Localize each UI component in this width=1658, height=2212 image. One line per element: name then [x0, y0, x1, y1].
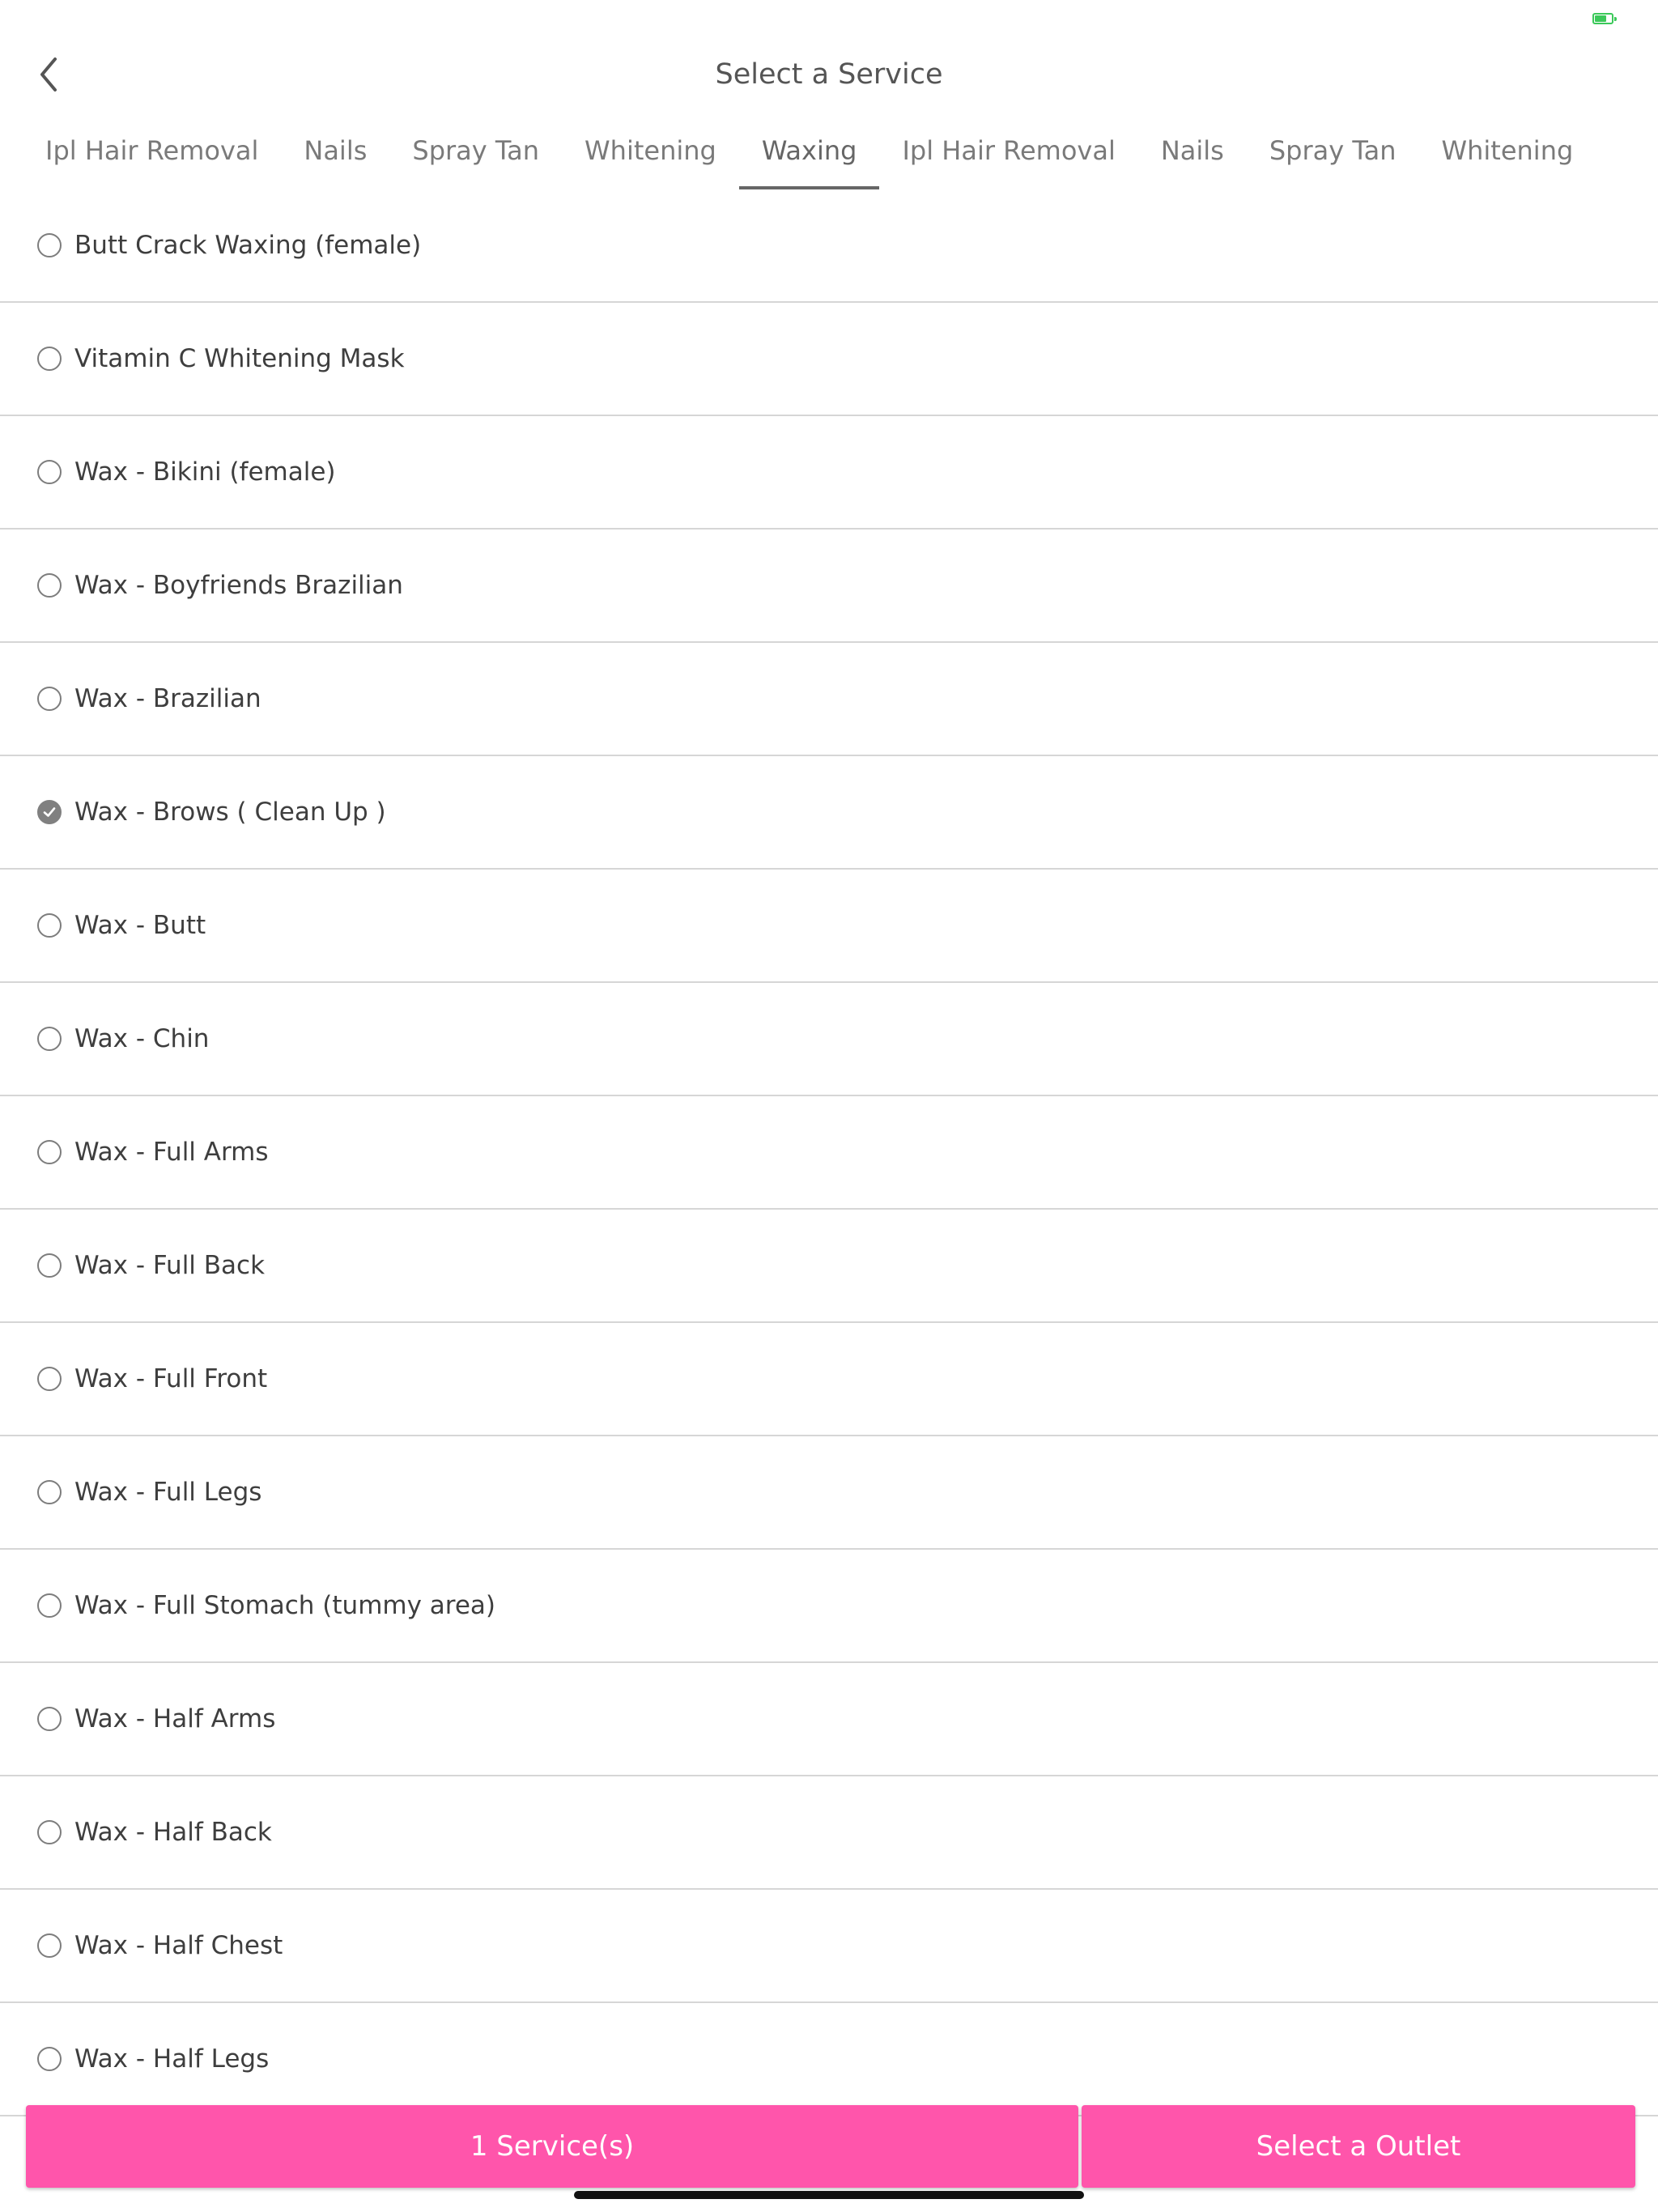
service-label: Wax - Half Legs: [74, 2044, 270, 2074]
service-label: Wax - Full Legs: [74, 1478, 262, 1507]
service-row[interactable]: Wax - Half Back: [0, 1776, 1658, 1890]
service-label: Wax - Brows ( Clean Up ): [74, 798, 386, 827]
service-label: Wax - Half Chest: [74, 1931, 283, 1960]
radio-checked-icon[interactable]: [37, 800, 62, 824]
radio-unchecked-icon[interactable]: [37, 1707, 62, 1731]
service-row[interactable]: Wax - Boyfriends Brazilian: [0, 530, 1658, 643]
service-label: Wax - Half Arms: [74, 1704, 276, 1733]
tab-nails[interactable]: Nails: [1138, 121, 1247, 189]
service-row[interactable]: Wax - Butt: [0, 870, 1658, 983]
tab-ipl-hair-removal[interactable]: Ipl Hair Removal: [879, 121, 1137, 189]
service-row[interactable]: Butt Crack Waxing (female): [0, 189, 1658, 303]
service-row[interactable]: Wax - Brazilian: [0, 643, 1658, 756]
service-row[interactable]: Wax - Bikini (female): [0, 416, 1658, 530]
radio-unchecked-icon[interactable]: [37, 1820, 62, 1844]
service-row[interactable]: Wax - Half Arms: [0, 1663, 1658, 1776]
radio-unchecked-icon[interactable]: [37, 460, 62, 484]
service-label: Wax - Full Stomach (tummy area): [74, 1591, 496, 1620]
radio-unchecked-icon[interactable]: [37, 347, 62, 371]
service-row[interactable]: Wax - Full Back: [0, 1210, 1658, 1323]
service-label: Wax - Full Front: [74, 1364, 268, 1393]
tab-nails[interactable]: Nails: [281, 121, 389, 189]
battery-icon: [1592, 13, 1617, 24]
radio-unchecked-icon[interactable]: [37, 687, 62, 711]
service-row[interactable]: Wax - Full Stomach (tummy area): [0, 1550, 1658, 1663]
page-title: Select a Service: [715, 58, 943, 91]
tab-waxing[interactable]: Waxing: [738, 121, 880, 189]
category-tabs: Ipl Hair Removal Nails Spray Tan Whitening W…: [0, 121, 1658, 189]
tab-spray-tan[interactable]: Spray Tan: [1247, 121, 1419, 189]
radio-unchecked-icon[interactable]: [37, 233, 62, 257]
service-list: Butt Crack Waxing (female) Vitamin C Whit…: [0, 189, 1658, 2116]
tab-ipl-hair-removal[interactable]: Ipl Hair Removal: [23, 121, 281, 189]
service-label: Wax - Chin: [74, 1024, 210, 1053]
service-row[interactable]: Wax - Full Front: [0, 1323, 1658, 1436]
service-label: Wax - Bikini (female): [74, 457, 336, 487]
service-row[interactable]: Wax - Chin: [0, 983, 1658, 1096]
service-row[interactable]: Wax - Full Arms: [0, 1096, 1658, 1210]
service-label: Wax - Boyfriends Brazilian: [74, 571, 403, 600]
radio-unchecked-icon[interactable]: [37, 1593, 62, 1618]
service-label: Wax - Brazilian: [74, 684, 261, 713]
service-label: Wax - Butt: [74, 911, 206, 940]
radio-unchecked-icon[interactable]: [37, 573, 62, 598]
service-label: Butt Crack Waxing (female): [74, 231, 422, 260]
service-row[interactable]: Wax - Brows ( Clean Up ): [0, 756, 1658, 870]
service-row[interactable]: Vitamin C Whitening Mask: [0, 303, 1658, 416]
service-label: Wax - Full Back: [74, 1251, 266, 1280]
radio-unchecked-icon[interactable]: [37, 913, 62, 938]
service-label: Wax - Full Arms: [74, 1138, 269, 1167]
service-row[interactable]: Wax - Half Chest: [0, 1890, 1658, 2003]
radio-unchecked-icon[interactable]: [37, 1933, 62, 1958]
bottom-action-bar: 1 Service(s) Select a Outlet: [26, 2105, 1635, 2188]
tab-whitening[interactable]: Whitening: [1418, 121, 1596, 189]
service-row[interactable]: Wax - Half Legs: [0, 2003, 1658, 2116]
selected-services-button[interactable]: 1 Service(s): [26, 2105, 1078, 2188]
app-screen: Select a Service Ipl Hair Removal Nails Sp…: [0, 0, 1658, 2212]
home-indicator: [574, 2191, 1084, 2199]
radio-unchecked-icon[interactable]: [37, 1367, 62, 1391]
service-label: Vitamin C Whitening Mask: [74, 344, 405, 373]
service-label: Wax - Half Back: [74, 1818, 272, 1847]
tab-whitening[interactable]: Whitening: [562, 121, 739, 189]
radio-unchecked-icon[interactable]: [37, 1253, 62, 1278]
radio-unchecked-icon[interactable]: [37, 1140, 62, 1164]
radio-unchecked-icon[interactable]: [37, 1480, 62, 1504]
radio-unchecked-icon[interactable]: [37, 1027, 62, 1051]
select-outlet-button[interactable]: Select a Outlet: [1082, 2105, 1635, 2188]
tab-spray-tan[interactable]: Spray Tan: [389, 121, 562, 189]
service-row[interactable]: Wax - Full Legs: [0, 1436, 1658, 1550]
radio-unchecked-icon[interactable]: [37, 2047, 62, 2071]
